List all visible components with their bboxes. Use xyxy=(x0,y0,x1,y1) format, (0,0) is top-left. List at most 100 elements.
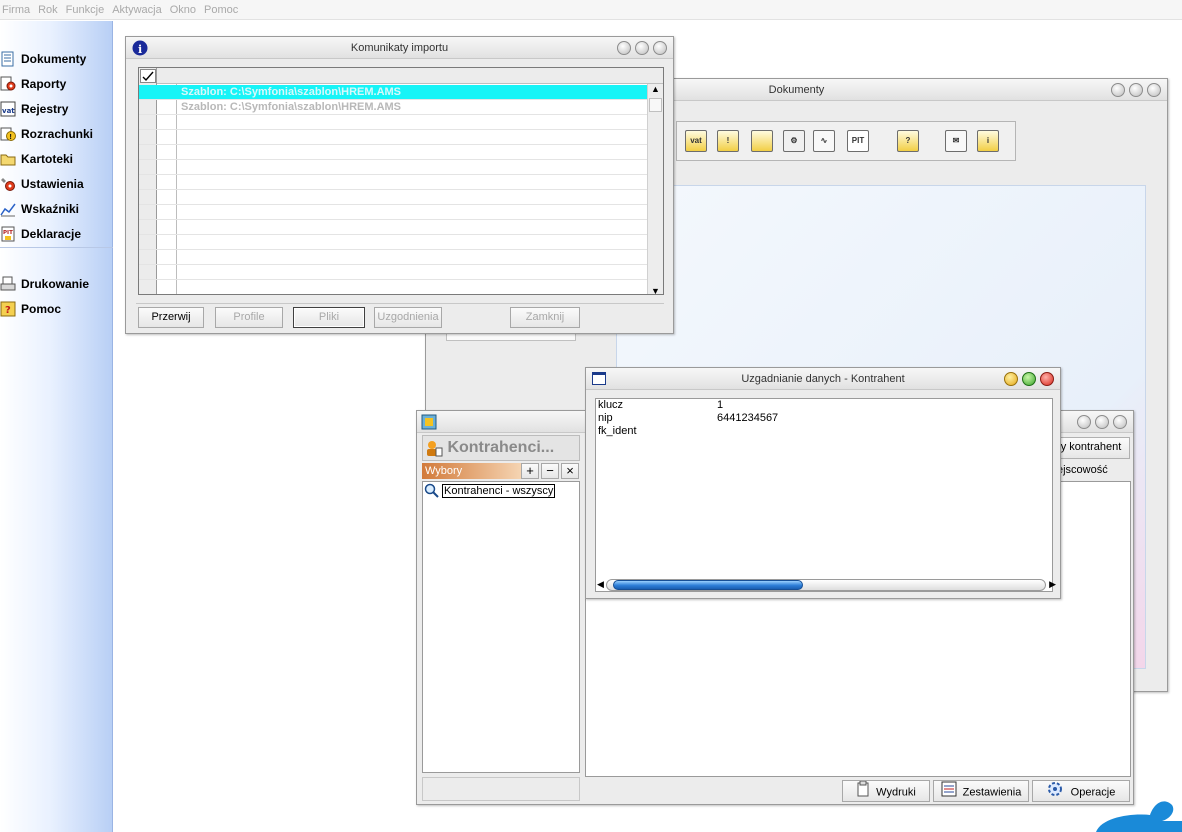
abort-button[interactable]: Przerwij xyxy=(138,307,204,328)
nav-item-kartoteki[interactable]: Kartoteki xyxy=(0,149,113,169)
scrollbar-thumb[interactable] xyxy=(649,98,662,112)
info-icon: i xyxy=(132,40,148,56)
chart-icon[interactable]: ∿ xyxy=(813,130,835,152)
field-value: 1 xyxy=(717,399,724,411)
register-warning-icon[interactable]: ! xyxy=(717,130,739,152)
field-key: nip xyxy=(598,412,613,424)
nav-label: Rejestry xyxy=(21,102,69,116)
nav-label: Wskaźniki xyxy=(21,202,80,216)
minimize-button[interactable] xyxy=(617,41,631,55)
menu-rok[interactable]: Rok xyxy=(38,4,58,16)
nav-label: Drukowanie xyxy=(21,277,90,291)
summaries-button[interactable]: Zestawienia xyxy=(933,780,1029,802)
svg-text:i: i xyxy=(138,43,142,56)
grid-row xyxy=(139,205,649,220)
help-icon[interactable]: ? xyxy=(897,130,919,152)
svg-text:vat: vat xyxy=(2,107,15,115)
pit-declaration-icon: PIT xyxy=(0,226,16,242)
report-gear-icon xyxy=(0,76,16,92)
contractors-person-icon xyxy=(425,439,443,457)
reconcile-button: Uzgodnienia xyxy=(374,307,442,328)
folder-icon xyxy=(0,151,16,167)
document-list-icon xyxy=(0,51,16,67)
scrollbar-thumb[interactable] xyxy=(613,580,803,590)
close-filter-button[interactable]: × xyxy=(561,463,579,479)
menu-pomoc[interactable]: Pomoc xyxy=(204,4,238,16)
menu-okno[interactable]: Okno xyxy=(170,4,196,16)
settings-gear-icon xyxy=(0,176,16,192)
maximize-button[interactable] xyxy=(635,41,649,55)
nav-label: Deklaracje xyxy=(21,227,82,241)
grid-header xyxy=(139,68,663,84)
nav-label: Pomoc xyxy=(21,302,62,316)
grid-row[interactable]: Szablon: C:\Symfonia\szablon\HREM.AMS xyxy=(139,85,649,100)
menu-aktywacja[interactable]: Aktywacja xyxy=(112,4,162,16)
maximize-button[interactable] xyxy=(1095,415,1109,429)
reconcile-window: Uzgadnianie danych - Kontrahent klucz 1 … xyxy=(585,367,1061,599)
import-messages-window: i Komunikaty importu Szablon: C:\Symfoni… xyxy=(125,36,674,334)
mail-icon[interactable]: ✉ xyxy=(945,130,967,152)
documents-title: Dokumenty xyxy=(768,84,825,96)
nav-item-drukowanie[interactable]: Drukowanie xyxy=(0,274,113,294)
new-contractor-button[interactable]: y kontrahent xyxy=(1052,437,1130,459)
minimize-button[interactable] xyxy=(1004,372,1018,386)
operations-gear-icon xyxy=(1047,781,1063,804)
nav-item-raporty[interactable]: Raporty xyxy=(0,74,113,94)
scroll-left-arrow[interactable]: ◀ xyxy=(597,579,604,590)
scroll-up-arrow[interactable]: ▲ xyxy=(651,84,660,94)
print-label: Wydruki xyxy=(876,786,916,799)
wybory-bar: Wybory xyxy=(422,463,521,479)
scroll-down-arrow[interactable]: ▼ xyxy=(651,286,660,294)
menu-firma[interactable]: Firma xyxy=(2,4,30,16)
field-value: 6441234567 xyxy=(717,412,779,424)
minimize-button[interactable] xyxy=(1111,83,1125,97)
svg-text:?: ? xyxy=(5,305,11,316)
pit-icon[interactable]: PIT xyxy=(847,130,869,152)
printer-icon xyxy=(0,276,16,292)
checkmark-icon[interactable] xyxy=(140,69,156,83)
nav-item-ustawienia[interactable]: Ustawienia xyxy=(0,174,113,194)
nav-item-pomoc[interactable]: ? Pomoc xyxy=(0,299,113,319)
import-titlebar: i Komunikaty importu xyxy=(126,37,673,59)
maximize-button[interactable] xyxy=(1022,372,1036,386)
grid-row xyxy=(139,115,649,130)
nav-label: Raporty xyxy=(21,77,67,91)
tree-item-all-contractors[interactable]: Kontrahenci - wszyscy xyxy=(424,483,556,499)
vat-invoice-icon[interactable]: vat xyxy=(685,130,707,152)
folder-icon[interactable] xyxy=(751,130,773,152)
svg-text:!: ! xyxy=(10,134,12,141)
close-button[interactable] xyxy=(1040,372,1054,386)
files-label: Pliki xyxy=(318,311,340,323)
nav-label: Ustawienia xyxy=(21,177,84,191)
grid-row xyxy=(139,145,649,160)
settings-icon[interactable]: ⚙ xyxy=(783,130,805,152)
remove-filter-button[interactable]: − xyxy=(541,463,559,479)
nav-item-dokumenty[interactable]: Dokumenty xyxy=(0,49,113,69)
nav-item-rozrachunki[interactable]: ! Rozrachunki xyxy=(0,124,113,144)
close-button[interactable] xyxy=(1147,83,1161,97)
grid-row xyxy=(139,265,649,280)
svg-text:PIT: PIT xyxy=(3,230,13,236)
maximize-button[interactable] xyxy=(1129,83,1143,97)
info-person-icon[interactable]: i xyxy=(977,130,999,152)
menu-funkcje[interactable]: Funkcje xyxy=(66,4,105,16)
horizontal-scrollbar[interactable]: ◀ ▶ xyxy=(597,579,1056,591)
window-icon xyxy=(592,372,606,385)
nav-item-deklaracje[interactable]: PIT Deklaracje xyxy=(0,224,113,244)
column-header-city[interactable]: ejscowość xyxy=(1057,461,1133,479)
close-label: Zamknij xyxy=(525,311,565,323)
close-button[interactable] xyxy=(1113,415,1127,429)
grid-row xyxy=(139,160,649,175)
field-key: fk_ident xyxy=(598,425,637,437)
documents-toolbar: vat ! ⚙ ∿ PIT ? ✉ i xyxy=(676,121,1016,161)
grid-row[interactable]: Szablon: C:\Symfonia\szablon\HREM.AMS xyxy=(139,100,649,115)
add-filter-button[interactable]: + xyxy=(521,463,539,479)
print-button[interactable]: Wydruki xyxy=(842,780,930,802)
nav-item-wskazniki[interactable]: Wskaźniki xyxy=(0,199,113,219)
minimize-button[interactable] xyxy=(1077,415,1091,429)
nav-item-rejestry[interactable]: vat Rejestry xyxy=(0,99,113,119)
close-button[interactable] xyxy=(653,41,667,55)
vertical-scrollbar[interactable]: ▲ ▼ xyxy=(647,84,663,294)
nav-separator xyxy=(0,247,113,248)
scroll-right-arrow[interactable]: ▶ xyxy=(1049,579,1056,590)
